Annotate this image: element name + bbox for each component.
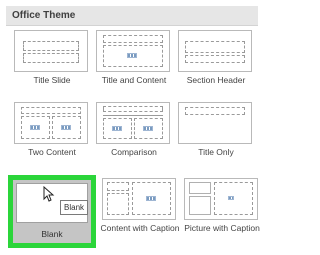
layout-two-content[interactable]: Two Content bbox=[12, 100, 92, 168]
layout-label: Content with Caption bbox=[100, 223, 180, 233]
layout-title-only[interactable]: Title Only bbox=[176, 100, 256, 168]
layout-label: Title Slide bbox=[33, 75, 71, 85]
layout-content-with-caption[interactable]: Content with Caption bbox=[100, 176, 180, 244]
theme-title: Office Theme bbox=[12, 10, 76, 21]
layout-title-and-content[interactable]: Title and Content bbox=[94, 28, 174, 96]
layout-thumbnail bbox=[96, 102, 170, 144]
layout-thumbnail bbox=[178, 102, 252, 144]
layout-thumbnail bbox=[178, 30, 252, 72]
layout-thumbnail bbox=[14, 102, 88, 144]
layout-thumbnail bbox=[96, 30, 170, 72]
layout-thumbnail bbox=[14, 30, 88, 72]
layout-label: Blank bbox=[41, 229, 63, 239]
layout-gallery: Office Theme Title Slide Title and Conte… bbox=[0, 0, 266, 255]
layout-label: Two Content bbox=[28, 147, 76, 157]
gallery-header: Office Theme bbox=[6, 6, 258, 26]
layout-section-header[interactable]: Section Header bbox=[176, 28, 256, 96]
layout-label: Title and Content bbox=[101, 75, 167, 85]
layout-label: Comparison bbox=[111, 147, 157, 157]
layout-label: Title Only bbox=[198, 147, 234, 157]
layout-title-slide[interactable]: Title Slide bbox=[12, 28, 92, 96]
mouse-pointer-icon bbox=[43, 186, 55, 202]
layout-label: Picture with Caption bbox=[184, 223, 260, 233]
tooltip: Blank bbox=[60, 200, 89, 215]
layout-thumbnail bbox=[102, 178, 176, 220]
layout-label: Section Header bbox=[186, 75, 246, 85]
layout-thumbnail bbox=[184, 178, 258, 220]
tooltip-text: Blank bbox=[64, 203, 85, 212]
layout-comparison[interactable]: Comparison bbox=[94, 100, 174, 168]
layout-picture-with-caption[interactable]: Picture with Caption bbox=[182, 176, 262, 244]
